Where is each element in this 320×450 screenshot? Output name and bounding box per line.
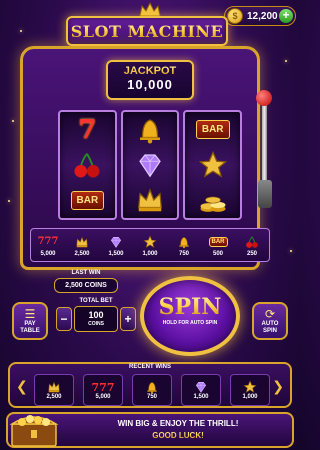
- recent-win-value: 1,000: [242, 394, 258, 400]
- pay-table-button[interactable]: ☰ PAY TABLE: [12, 302, 48, 340]
- paytable-strip: 777 5,000 2,500 1,500 1,000 750 BAR 500 250: [30, 228, 270, 262]
- bet-unit: COINS: [88, 321, 104, 327]
- treasure-chest-icon: [9, 415, 59, 447]
- sparkle: [20, 30, 22, 32]
- coin-icon: $: [227, 8, 243, 24]
- sparkle: [12, 120, 14, 122]
- reel-1: 7 BAR: [58, 110, 117, 220]
- bar-symbol: BAR: [195, 120, 230, 140]
- reel-2: [120, 110, 180, 220]
- diamond-icon: [135, 149, 165, 181]
- scroll-right-button[interactable]: ❯: [272, 378, 284, 395]
- recent-win-item: 777 5,000: [83, 374, 123, 406]
- diamond-icon: [109, 234, 123, 250]
- recent-win-value: 1,500: [193, 394, 209, 400]
- lever-rod[interactable]: [262, 98, 267, 186]
- reel-3: BAR: [183, 110, 243, 220]
- bell-icon: [145, 380, 159, 394]
- paytable-value: 5,000: [40, 250, 56, 257]
- recent-wins-label: RECENT WINS: [129, 364, 171, 370]
- recent-win-value: 5,000: [95, 394, 111, 400]
- recent-win-symbol: 777: [91, 380, 115, 394]
- title-plate: SLOT MACHINE: [66, 16, 228, 46]
- add-coins-button[interactable]: +: [279, 9, 293, 23]
- paytable-value: 750: [178, 250, 189, 257]
- page-title: SLOT MACHINE: [70, 21, 224, 41]
- jackpot-label: JACKPOT: [108, 65, 192, 77]
- last-win-value: 2,500 COINS: [54, 278, 118, 293]
- crown-icon: [135, 184, 165, 216]
- star-icon: [198, 149, 228, 181]
- last-win-label: LAST WIN: [71, 270, 101, 276]
- reels: 7 BAR BAR: [58, 110, 243, 220]
- paytable-item: BAR 500: [204, 234, 232, 257]
- star-icon: [243, 380, 257, 394]
- bet-display: 100 COINS: [74, 306, 118, 332]
- lever-handle[interactable]: [256, 90, 272, 106]
- triple-seven-icon: 777: [92, 380, 115, 394]
- paytable-symbol: 777: [37, 236, 59, 247]
- paytable-value: 2,500: [74, 250, 90, 257]
- seven-icon: 7: [78, 114, 96, 146]
- spin-button[interactable]: SPIN HOLD FOR AUTO SPIN: [140, 276, 240, 356]
- paytable-item: 750: [170, 234, 198, 257]
- jackpot-display: JACKPOT 10,000: [106, 60, 194, 100]
- bell-icon: [135, 114, 165, 146]
- star-icon: [143, 234, 157, 250]
- bar-icon: BAR: [195, 114, 230, 146]
- increase-bet-button[interactable]: +: [120, 307, 136, 331]
- sparkle: [8, 200, 10, 202]
- banner-line2: GOOD LUCK!: [78, 430, 278, 441]
- crown-icon: [75, 234, 89, 250]
- coin-balance-value: 12,200: [247, 10, 278, 22]
- pay-table-label: PAY TABLE: [20, 320, 40, 334]
- spin-sublabel: HOLD FOR AUTO SPIN: [162, 320, 218, 326]
- decrease-bet-button[interactable]: −: [56, 307, 72, 331]
- bet-control: TOTAL BET − 100 COINS +: [56, 298, 136, 332]
- paytable-value: 1,500: [108, 250, 124, 257]
- bell-icon: [177, 234, 191, 250]
- seven-symbol: 7: [78, 114, 97, 145]
- refresh-icon: ⟳: [264, 306, 276, 321]
- recent-win-item: 2,500: [34, 374, 74, 406]
- paytable-item: 1,000: [136, 234, 164, 257]
- recent-win-item: 1,500: [181, 374, 221, 406]
- sparkle: [285, 60, 287, 62]
- cherries-icon: [245, 234, 259, 250]
- sparkle: [290, 250, 292, 252]
- cherries-icon: [72, 149, 102, 181]
- paytable-value: 500: [212, 250, 223, 257]
- crown-icon: [47, 380, 61, 394]
- auto-spin-button[interactable]: ⟳ AUTO SPIN: [252, 302, 288, 340]
- paytable-item: 2,500: [68, 234, 96, 257]
- recent-win-value: 2,500: [46, 394, 62, 400]
- total-bet-label: TOTAL BET: [79, 298, 113, 304]
- auto-spin-label: AUTO SPIN: [261, 320, 279, 334]
- recent-win-item: 750: [132, 374, 172, 406]
- recent-win-value: 750: [146, 394, 157, 400]
- bar-icon: BAR: [208, 234, 228, 250]
- paytable-item: 777 5,000: [34, 234, 62, 257]
- list-icon: ☰: [24, 306, 36, 321]
- lever-base: [258, 180, 272, 208]
- bar-icon: BAR: [70, 184, 105, 216]
- paytable-item: 1,500: [102, 234, 130, 257]
- scroll-left-button[interactable]: ❮: [16, 378, 28, 395]
- last-win: LAST WIN 2,500 COINS: [54, 270, 118, 293]
- paytable-item: 250: [238, 234, 266, 257]
- spin-label: SPIN: [144, 294, 236, 320]
- bet-value: 100: [88, 310, 104, 320]
- recent-win-item: 1,000: [230, 374, 270, 406]
- banner-line1: WIN BIG & ENJOY THE THRILL!: [117, 419, 239, 428]
- bar-symbol: BAR: [70, 190, 105, 210]
- triple-seven-icon: 777: [38, 234, 59, 250]
- coin-balance: $ 12,200 +: [224, 6, 296, 26]
- diamond-icon: [194, 380, 208, 394]
- paytable-value: 250: [246, 250, 257, 257]
- recent-wins-panel: RECENT WINS ❮ 2,500 777 5,000 750 1,500 1,000…: [8, 362, 292, 408]
- coins-icon: [198, 184, 228, 216]
- jackpot-value: 10,000: [127, 77, 173, 92]
- paytable-symbol: BAR: [208, 236, 228, 247]
- paytable-value: 1,000: [142, 250, 158, 257]
